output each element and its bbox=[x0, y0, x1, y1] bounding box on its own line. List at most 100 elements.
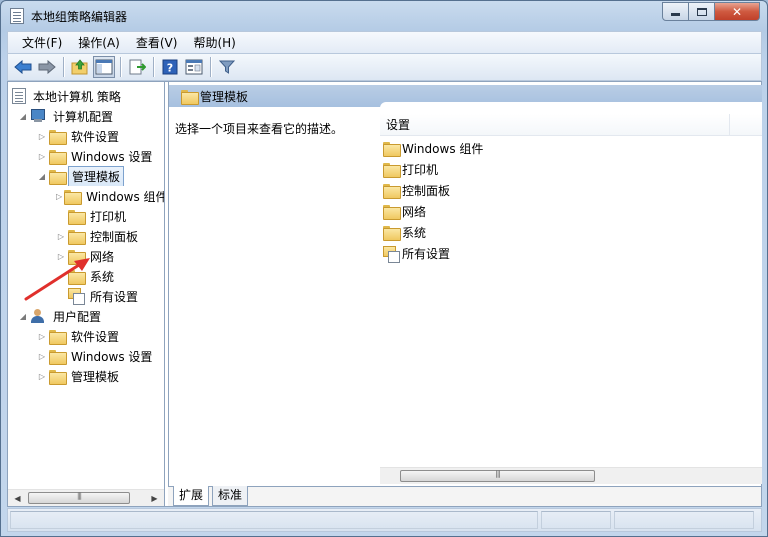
all-settings-icon bbox=[383, 245, 400, 263]
back-arrow-icon bbox=[14, 60, 32, 74]
tree-item-user-config[interactable]: ◢ 用户配置 bbox=[18, 306, 104, 326]
list-item-label: 控制面板 bbox=[402, 184, 451, 198]
filter-icon bbox=[219, 60, 235, 74]
expanded-arrow-icon[interactable]: ◢ bbox=[37, 171, 47, 181]
window: 本地组策略编辑器 ✕ 文件(F) 操作(A) 查看(V) 帮助(H) ? 本地计… bbox=[0, 0, 768, 537]
menu-view[interactable]: 查看(V) bbox=[128, 34, 186, 51]
folder-icon bbox=[383, 184, 401, 199]
tree-item-uc-admin-templates[interactable]: ▷ 管理模板 bbox=[37, 366, 122, 386]
list-item[interactable]: 网络 bbox=[383, 201, 426, 222]
tree-item-root[interactable]: 本地计算机 策略 bbox=[12, 86, 124, 106]
client-area: 本地计算机 策略 ◢ 计算机配置 ▷ 软件设置 ▷ Windows 设置 ◢ 管… bbox=[7, 81, 762, 507]
tab-extended[interactable]: 扩展 bbox=[173, 486, 210, 506]
user-icon bbox=[30, 309, 46, 323]
tree-item-cc-admin-templates[interactable]: ◢ 管理模板 bbox=[37, 166, 125, 186]
back-button[interactable] bbox=[12, 56, 34, 78]
list-item[interactable]: 所有设置 bbox=[383, 243, 450, 264]
toolbar-separator bbox=[210, 57, 211, 77]
expanded-arrow-icon[interactable]: ◢ bbox=[18, 311, 28, 321]
column-header-settings[interactable]: 设置 bbox=[380, 113, 762, 136]
status-bar bbox=[7, 508, 762, 532]
minimize-button[interactable] bbox=[662, 2, 689, 21]
list-horizontal-scrollbar[interactable] bbox=[380, 467, 762, 484]
list-item-label: Windows 组件 bbox=[402, 142, 484, 156]
folder-icon bbox=[383, 163, 401, 178]
scroll-right-icon[interactable]: ▶ bbox=[147, 491, 162, 506]
menu-bar: 文件(F) 操作(A) 查看(V) 帮助(H) bbox=[7, 31, 762, 53]
list-item[interactable]: 打印机 bbox=[383, 159, 438, 180]
properties-button[interactable] bbox=[183, 56, 205, 78]
details-pane: 管理模板 选择一个项目来查看它的描述。 设置 Windows 组件 打印机 控制… bbox=[168, 82, 762, 506]
properties-icon bbox=[185, 59, 203, 75]
details-header-title: 管理模板 bbox=[200, 89, 249, 104]
tree-horizontal-scrollbar[interactable]: ◀ ▶ bbox=[8, 489, 164, 506]
show-hide-tree-button[interactable] bbox=[93, 56, 115, 78]
status-cell bbox=[10, 511, 538, 529]
export-list-button[interactable] bbox=[126, 56, 148, 78]
computer-icon bbox=[30, 109, 46, 123]
folder-icon bbox=[383, 226, 401, 241]
folder-icon bbox=[383, 142, 401, 157]
annotation-arrow-icon bbox=[24, 258, 90, 301]
scroll-left-icon[interactable]: ◀ bbox=[10, 491, 25, 506]
filter-button[interactable] bbox=[216, 56, 238, 78]
tree-item-label: 控制面板 bbox=[90, 229, 139, 244]
tree-item-label: Windows 设置 bbox=[71, 149, 153, 164]
title-bar[interactable]: 本地组策略编辑器 ✕ bbox=[1, 1, 767, 31]
menu-file[interactable]: 文件(F) bbox=[14, 34, 70, 51]
list-item[interactable]: 控制面板 bbox=[383, 180, 450, 201]
up-folder-icon bbox=[71, 59, 88, 75]
expanded-arrow-icon[interactable]: ◢ bbox=[18, 111, 28, 121]
tree-item-label: 所有设置 bbox=[90, 289, 139, 304]
folder-icon bbox=[181, 89, 199, 105]
collapsed-arrow-icon[interactable]: ▷ bbox=[37, 331, 47, 341]
close-icon: ✕ bbox=[731, 4, 743, 19]
scrollbar-thumb[interactable] bbox=[400, 470, 595, 482]
policy-document-icon bbox=[12, 88, 26, 104]
up-one-level-button[interactable] bbox=[69, 56, 91, 78]
tree-item-control-panel[interactable]: ▷ 控制面板 bbox=[56, 226, 141, 246]
collapsed-arrow-icon[interactable]: ▷ bbox=[37, 131, 47, 141]
folder-icon bbox=[68, 209, 86, 225]
maximize-button[interactable] bbox=[689, 2, 715, 21]
column-header-label: 设置 bbox=[380, 113, 730, 136]
folder-icon bbox=[49, 149, 67, 165]
folder-icon bbox=[68, 229, 86, 245]
description-text: 选择一个项目来查看它的描述。 bbox=[175, 122, 344, 136]
list-item[interactable]: Windows 组件 bbox=[383, 138, 483, 159]
forward-button[interactable] bbox=[36, 56, 58, 78]
tree-item-label: Windows 组件 bbox=[86, 189, 164, 204]
tree-item-printers[interactable]: 打印机 bbox=[68, 206, 129, 226]
tree-item-label: 管理模板 bbox=[71, 369, 120, 384]
tree-item-cc-windows[interactable]: ▷ Windows 设置 bbox=[37, 146, 155, 166]
collapsed-arrow-icon[interactable]: ▷ bbox=[37, 351, 47, 361]
list-item-label: 网络 bbox=[402, 205, 427, 219]
menu-help[interactable]: 帮助(H) bbox=[185, 34, 243, 51]
close-button[interactable]: ✕ bbox=[715, 2, 760, 21]
tree-item-uc-software[interactable]: ▷ 软件设置 bbox=[37, 326, 122, 346]
collapsed-arrow-icon[interactable]: ▷ bbox=[56, 231, 66, 241]
view-tabs: 扩展 标准 bbox=[168, 486, 761, 506]
tree-item-label: 打印机 bbox=[90, 209, 127, 224]
forward-arrow-icon bbox=[38, 60, 56, 74]
folder-icon bbox=[49, 329, 67, 345]
tree-item-computer-config[interactable]: ◢ 计算机配置 bbox=[18, 106, 116, 126]
list-item[interactable]: 系统 bbox=[383, 222, 426, 243]
collapsed-arrow-icon[interactable]: ▷ bbox=[56, 191, 62, 201]
svg-text:?: ? bbox=[167, 62, 173, 75]
menu-action[interactable]: 操作(A) bbox=[70, 34, 128, 51]
list-item-label: 打印机 bbox=[402, 163, 439, 177]
tree-item-cc-software[interactable]: ▷ 软件设置 bbox=[37, 126, 122, 146]
help-button[interactable]: ? bbox=[159, 56, 181, 78]
folder-icon bbox=[64, 189, 83, 205]
tree-item-label: 软件设置 bbox=[71, 129, 120, 144]
caption-buttons: ✕ bbox=[662, 2, 760, 21]
scrollbar-thumb[interactable] bbox=[28, 492, 130, 504]
collapsed-arrow-icon[interactable]: ▷ bbox=[37, 151, 47, 161]
window-title: 本地组策略编辑器 bbox=[31, 10, 128, 24]
tree-item-windows-components[interactable]: ▷ Windows 组件 bbox=[56, 186, 164, 206]
tab-standard[interactable]: 标准 bbox=[212, 486, 249, 506]
collapsed-arrow-icon[interactable]: ▷ bbox=[37, 371, 47, 381]
tree-item-uc-windows[interactable]: ▷ Windows 设置 bbox=[37, 346, 155, 366]
tree-item-label: Windows 设置 bbox=[71, 349, 153, 364]
